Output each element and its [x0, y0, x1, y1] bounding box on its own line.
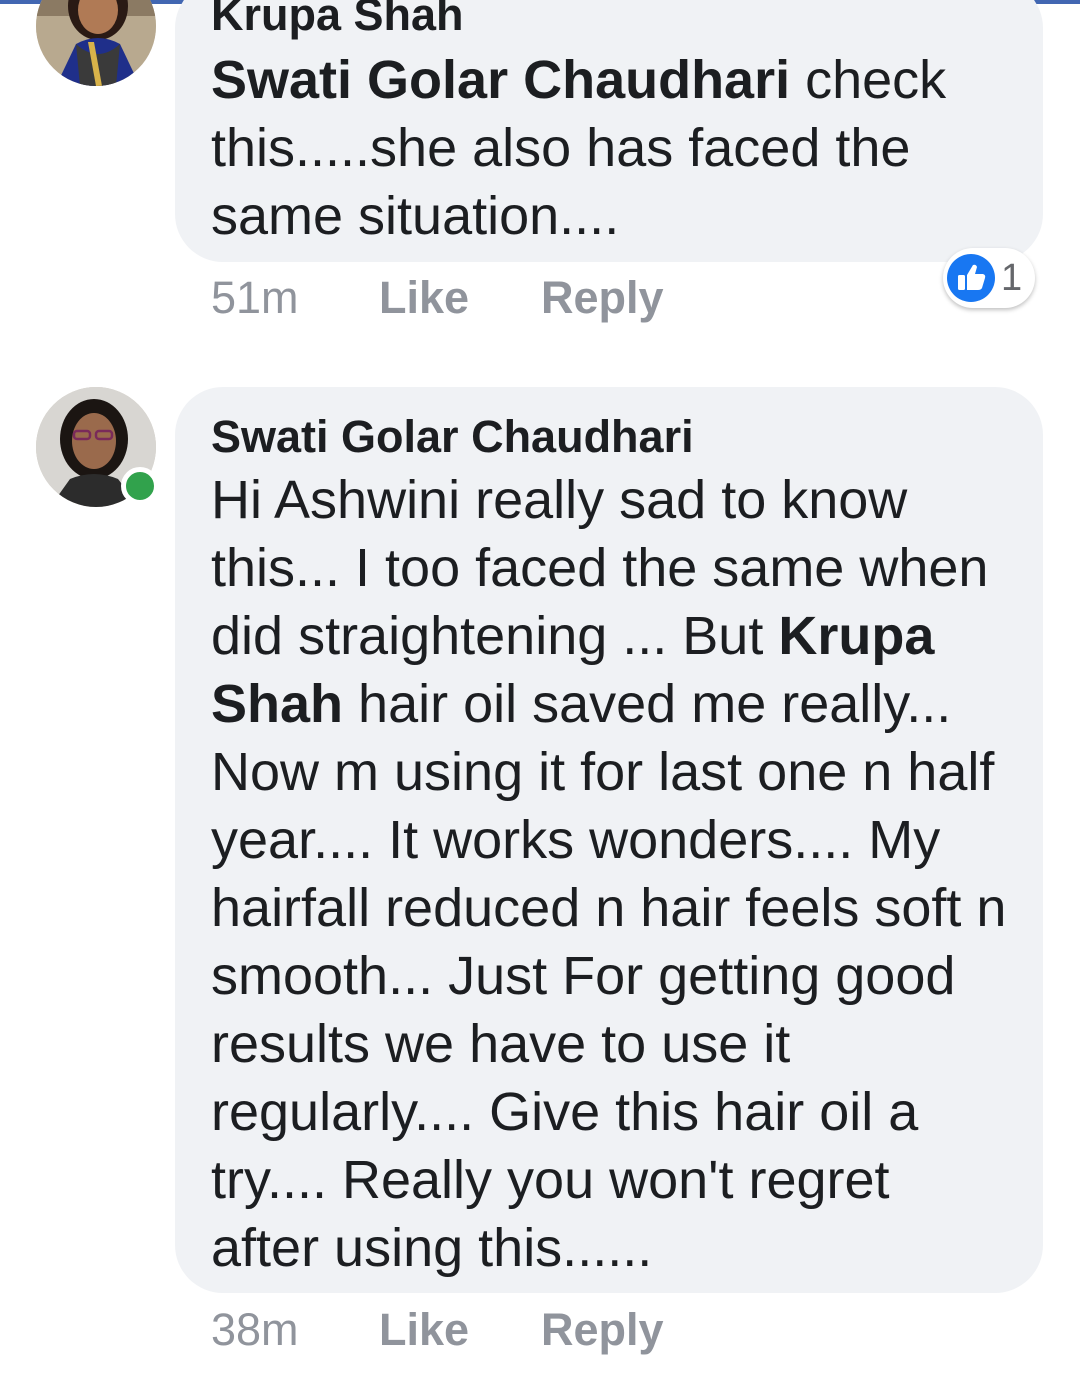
reaction-count: 1: [1001, 257, 1023, 299]
thumbs-up-icon: [947, 254, 995, 302]
reaction-summary[interactable]: 1: [943, 248, 1035, 308]
comment-actions-2: 38m Like Reply: [211, 1300, 664, 1360]
profile-photo-icon: [36, 0, 156, 86]
comment-timestamp: 51m: [211, 272, 299, 323]
comment-actions-1: 51m Like Reply: [211, 268, 664, 328]
avatar-krupa-shah[interactable]: [36, 0, 156, 86]
comment-author[interactable]: Swati Golar Chaudhari: [211, 412, 1007, 462]
comment-text: Swati Golar Chaudhari check this.....she…: [211, 46, 1007, 250]
comment-timestamp: 38m: [211, 1304, 299, 1355]
reply-button[interactable]: Reply: [541, 268, 664, 328]
like-button[interactable]: Like: [379, 268, 541, 328]
comment-bubble-1: Krupa Shah Swati Golar Chaudhari check t…: [175, 0, 1043, 262]
mention-link[interactable]: Swati Golar Chaudhari: [211, 50, 790, 110]
comment-text: Hi Ashwini really sad to know this... I …: [211, 466, 1007, 1282]
reply-button[interactable]: Reply: [541, 1300, 664, 1360]
comment-author[interactable]: Krupa Shah: [211, 0, 1007, 40]
comment-text-part: hair oil saved me really... Now m using …: [211, 674, 1007, 1278]
online-status-indicator: [121, 467, 159, 505]
comment-bubble-2: Swati Golar Chaudhari Hi Ashwini really …: [175, 387, 1043, 1293]
like-button[interactable]: Like: [379, 1300, 541, 1360]
